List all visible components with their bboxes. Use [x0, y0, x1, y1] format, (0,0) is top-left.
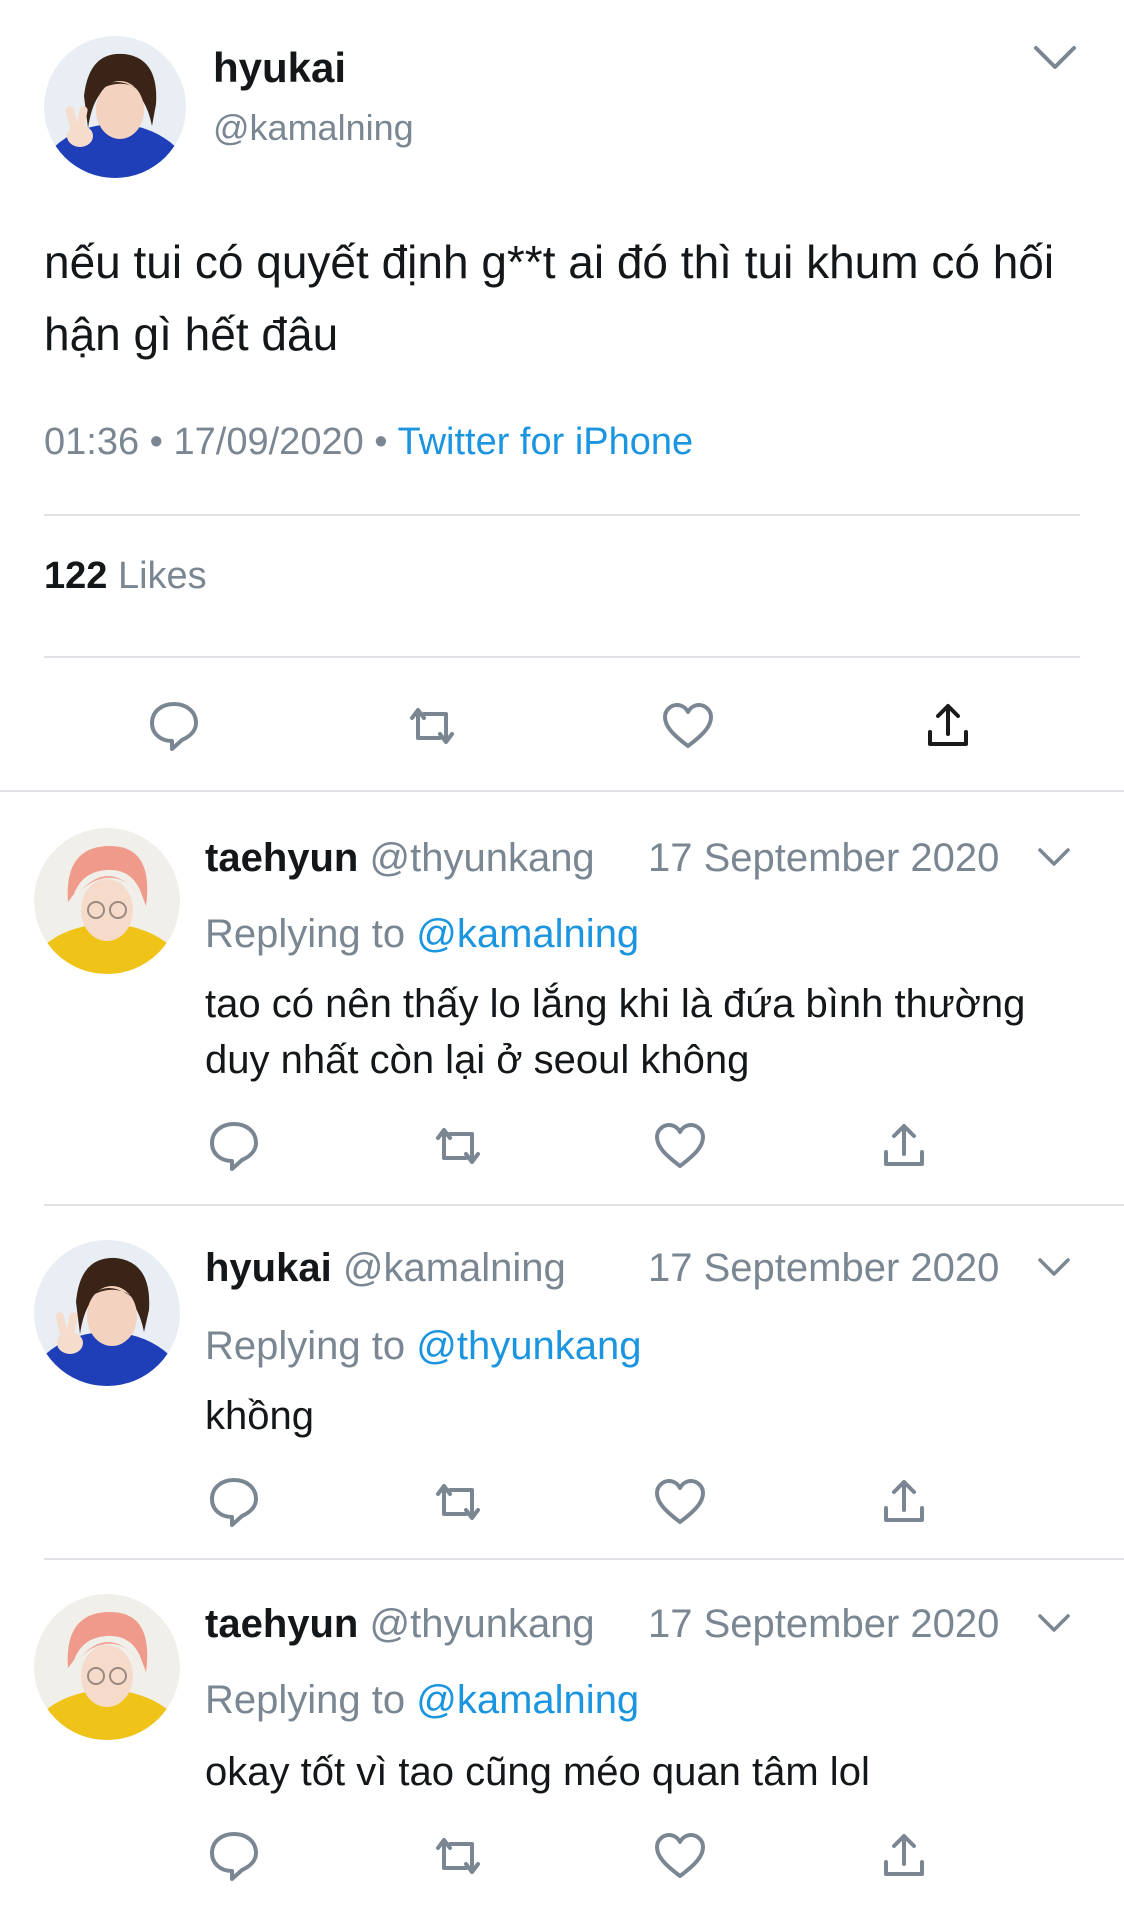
tweet-date: 17/09/2020 [173, 421, 364, 463]
divider [44, 514, 1080, 516]
reply-text: khồng [205, 1394, 314, 1438]
reply-date: 17 September 2020 [648, 1246, 1000, 1290]
chevron-down-icon[interactable] [1036, 844, 1072, 872]
share-icon[interactable] [876, 1474, 932, 1530]
reply-icon[interactable] [146, 698, 202, 754]
tweet-time: 01:36 [44, 421, 140, 463]
main-author-name[interactable]: hyukai [213, 40, 346, 96]
replying-to: Replying to @kamalning [205, 906, 639, 962]
reply-date: 17 September 2020 [648, 1602, 1000, 1646]
reply-header: hyukai @kamalning [205, 1240, 566, 1296]
main-author-handle[interactable]: @kamalning [213, 100, 414, 156]
like-icon[interactable] [652, 1474, 708, 1530]
reply-icon[interactable] [206, 1118, 262, 1174]
divider [44, 656, 1080, 658]
likes-stat[interactable]: 122 Likes [44, 548, 207, 604]
retweet-icon[interactable] [404, 698, 460, 754]
replying-to-handle[interactable]: @thyunkang [416, 1324, 641, 1368]
replying-to: Replying to @kamalning [205, 1672, 639, 1728]
like-icon[interactable] [660, 698, 716, 754]
reply-date: 17 September 2020 [648, 836, 1000, 880]
reply-avatar[interactable] [34, 1594, 180, 1740]
reply-author-name[interactable]: taehyun [205, 836, 358, 880]
like-icon[interactable] [652, 1828, 708, 1884]
reply-author-name[interactable]: hyukai [205, 1246, 332, 1290]
likes-label: Likes [117, 555, 207, 597]
replying-label: Replying to [205, 912, 406, 956]
tweet-source-link[interactable]: Twitter for iPhone [397, 421, 693, 463]
divider [0, 790, 1124, 792]
reply-icon[interactable] [206, 1828, 262, 1884]
reply-author-handle[interactable]: @thyunkang [369, 836, 594, 880]
reply-author-handle[interactable]: @thyunkang [369, 1602, 594, 1646]
likes-count: 122 [44, 555, 108, 597]
divider [44, 1558, 1124, 1560]
chevron-down-icon[interactable] [1036, 1610, 1072, 1638]
reply-text: okay tốt vì tao cũng méo quan tâm lol [205, 1750, 870, 1794]
reply-avatar[interactable] [34, 828, 180, 974]
replying-to-handle[interactable]: @kamalning [416, 1678, 639, 1722]
chevron-down-icon[interactable] [1030, 40, 1080, 76]
meta-separator: • [149, 421, 163, 463]
like-icon[interactable] [652, 1118, 708, 1174]
reply-avatar[interactable] [34, 1240, 180, 1386]
tweet-meta: 01:36 • 17/09/2020 • Twitter for iPhone [44, 414, 693, 470]
main-tweet-text: nếu tui có quyết định g**t ai đó thì tui… [44, 236, 1055, 360]
replying-to-handle[interactable]: @kamalning [416, 912, 639, 956]
share-icon[interactable] [920, 698, 976, 754]
reply-header: taehyun @thyunkang [205, 830, 595, 886]
retweet-icon[interactable] [430, 1474, 486, 1530]
reply-author-handle[interactable]: @kamalning [343, 1246, 566, 1290]
meta-separator: • [374, 421, 388, 463]
replying-to: Replying to @thyunkang [205, 1318, 641, 1374]
reply-header: taehyun @thyunkang [205, 1596, 595, 1652]
share-icon[interactable] [876, 1118, 932, 1174]
reply-text: tao có nên thấy lo lắng khi là đứa bình … [205, 982, 1026, 1082]
main-avatar[interactable] [44, 36, 186, 178]
replying-label: Replying to [205, 1324, 406, 1368]
chevron-down-icon[interactable] [1036, 1254, 1072, 1282]
reply-author-name[interactable]: taehyun [205, 1602, 358, 1646]
reply-icon[interactable] [206, 1474, 262, 1530]
retweet-icon[interactable] [430, 1118, 486, 1174]
retweet-icon[interactable] [430, 1828, 486, 1884]
share-icon[interactable] [876, 1828, 932, 1884]
divider [44, 1204, 1124, 1206]
replying-label: Replying to [205, 1678, 406, 1722]
